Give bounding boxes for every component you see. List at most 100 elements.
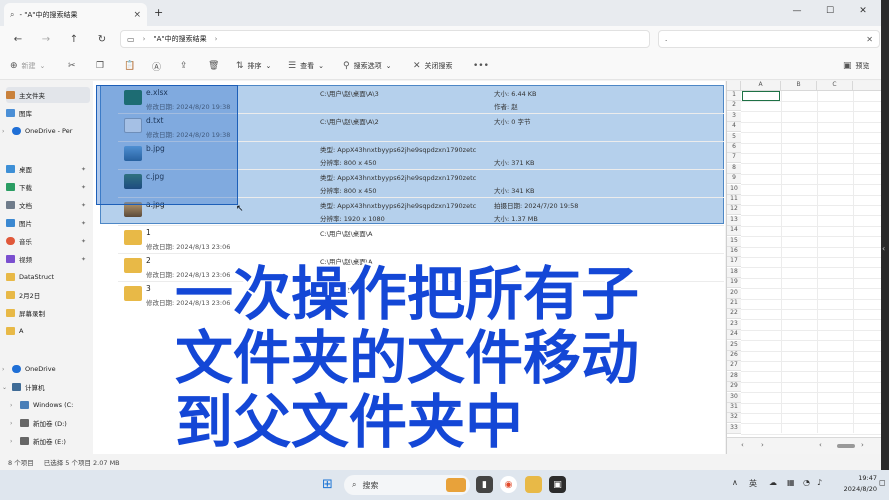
row-header[interactable]: 5: [727, 133, 741, 143]
sidebar-item-music[interactable]: 音乐✦: [6, 233, 90, 249]
row-header[interactable]: 11: [727, 195, 741, 205]
address-bar[interactable]: ▭ › "A"中的搜索结果 ›: [120, 30, 650, 48]
forward-button[interactable]: →: [38, 31, 54, 47]
chevron-up-icon[interactable]: ∧: [732, 478, 738, 487]
row-header[interactable]: 33: [727, 424, 741, 434]
windows-start-icon[interactable]: ⊞: [319, 476, 336, 493]
view-button[interactable]: ☰查看⌄: [288, 58, 324, 74]
sidebar-item-documents[interactable]: 文档✦: [6, 197, 90, 213]
corner-cell[interactable]: [727, 81, 741, 91]
new-tab-button[interactable]: +: [154, 6, 163, 19]
minimize-button[interactable]: —: [782, 2, 812, 20]
maximize-button[interactable]: ☐: [815, 2, 845, 20]
sidebar-item-volume-d[interactable]: ›新加卷 (D:): [10, 415, 94, 431]
row-header[interactable]: 13: [727, 216, 741, 226]
sidebar-item-home[interactable]: 主文件夹: [6, 87, 90, 103]
wifi-icon[interactable]: ◔: [803, 478, 810, 487]
column-header[interactable]: B: [781, 81, 817, 91]
sidebar-item-gallery[interactable]: 图库: [6, 105, 90, 121]
row-header[interactable]: 25: [727, 341, 741, 351]
tab-search-results[interactable]: ⌕ - "A"中的搜索结果 ×: [4, 3, 147, 26]
row-header[interactable]: 19: [727, 278, 741, 288]
selected-cell[interactable]: [742, 91, 780, 101]
row-header[interactable]: 10: [727, 185, 741, 195]
sidebar-item-onedrive-personal[interactable]: ›OneDrive - Per: [2, 123, 86, 139]
taskbar-search-box[interactable]: ⌕ 搜索: [344, 475, 470, 495]
chevron-right-icon[interactable]: ›: [761, 441, 764, 449]
row-header[interactable]: 24: [727, 330, 741, 340]
row-header[interactable]: 18: [727, 268, 741, 278]
row-header[interactable]: 1: [727, 91, 741, 101]
sidebar-item-feb2[interactable]: 2月2日: [6, 287, 90, 303]
chevron-right-icon[interactable]: ›: [861, 441, 864, 449]
sidebar-item-screen-recording[interactable]: 屏幕录制: [6, 305, 90, 321]
row-header[interactable]: 9: [727, 174, 741, 184]
row-header[interactable]: 4: [727, 122, 741, 132]
copy-button[interactable]: ❐: [96, 58, 104, 74]
back-button[interactable]: ←: [10, 31, 26, 47]
rename-button[interactable]: Ⓐ: [152, 58, 161, 74]
ime-indicator[interactable]: 英: [749, 478, 757, 489]
app-tray-icon[interactable]: ▦: [787, 478, 795, 487]
sidebar-item-this-pc[interactable]: ⌄计算机: [2, 379, 86, 395]
row-header[interactable]: 8: [727, 164, 741, 174]
onedrive-tray-icon[interactable]: ☁: [769, 478, 777, 487]
system-clock[interactable]: 19:47 2024/8/20: [833, 473, 877, 495]
preview-button[interactable]: ▣预览: [843, 58, 870, 74]
row-header[interactable]: 23: [727, 320, 741, 330]
row-header[interactable]: 21: [727, 299, 741, 309]
row-header[interactable]: 17: [727, 257, 741, 267]
search-input[interactable]: . ✕: [658, 30, 880, 48]
row-header[interactable]: 31: [727, 403, 741, 413]
share-button[interactable]: ⇪: [180, 58, 188, 74]
up-button[interactable]: ↑: [66, 31, 82, 47]
close-tab-icon[interactable]: ×: [133, 10, 141, 20]
sidebar-item-a[interactable]: A: [6, 323, 90, 339]
row-header[interactable]: 27: [727, 361, 741, 371]
scrollbar-thumb[interactable]: [837, 444, 855, 448]
paste-button[interactable]: 📋: [124, 58, 135, 74]
delete-button[interactable]: 🗑: [208, 58, 219, 74]
notification-icon[interactable]: ◻: [879, 478, 886, 487]
close-icon[interactable]: ✕: [866, 35, 873, 44]
search-options-button[interactable]: ⚲搜索选项⌄: [343, 58, 391, 74]
sort-button[interactable]: ⇅排序⌄: [236, 58, 271, 74]
row-header[interactable]: 29: [727, 382, 741, 392]
row-header[interactable]: 12: [727, 205, 741, 215]
chevron-left-icon[interactable]: ‹: [741, 441, 744, 449]
refresh-button[interactable]: ↻: [94, 31, 110, 47]
chrome-icon[interactable]: ◉: [500, 476, 517, 493]
row-header[interactable]: 16: [727, 247, 741, 257]
row-header[interactable]: 15: [727, 237, 741, 247]
row-header[interactable]: 3: [727, 112, 741, 122]
row-header[interactable]: 22: [727, 309, 741, 319]
sidebar-item-volume-e[interactable]: ›新加卷 (E:): [10, 433, 94, 449]
row-header[interactable]: 6: [727, 143, 741, 153]
chevron-left-icon[interactable]: ‹: [819, 441, 822, 449]
close-search-button[interactable]: ✕关闭搜索: [413, 58, 453, 74]
task-view-icon[interactable]: ▮: [476, 476, 493, 493]
column-header[interactable]: A: [741, 81, 781, 91]
row-header[interactable]: 2: [727, 101, 741, 111]
sidebar-item-windows-c[interactable]: ›Windows (C:: [10, 397, 94, 413]
row-header[interactable]: 30: [727, 393, 741, 403]
more-button[interactable]: •••: [473, 58, 489, 74]
row-header[interactable]: 7: [727, 153, 741, 163]
new-button[interactable]: ⊕新建⌄: [10, 58, 45, 74]
sidebar-item-desktop[interactable]: 桌面✦: [6, 161, 90, 177]
column-header[interactable]: C: [817, 81, 853, 91]
chevron-left-icon[interactable]: ‹: [882, 244, 885, 253]
column-header-partial[interactable]: [853, 81, 882, 91]
row-header[interactable]: 28: [727, 372, 741, 382]
row-header[interactable]: 32: [727, 413, 741, 423]
sidebar-item-pictures[interactable]: 图片✦: [6, 215, 90, 231]
sidebar-item-onedrive[interactable]: ›OneDrive: [2, 361, 86, 377]
sidebar-item-downloads[interactable]: 下载✦: [6, 179, 90, 195]
close-window-button[interactable]: ✕: [848, 2, 878, 20]
sheet-scrollbar[interactable]: ‹ › ‹ ›: [727, 437, 882, 454]
cut-button[interactable]: ✂: [68, 58, 76, 74]
row-header[interactable]: 20: [727, 289, 741, 299]
folder-row[interactable]: 1 修改日期: 2024/8/13 23:06 C:\用户\赵\桌面\A: [118, 226, 724, 253]
file-explorer-icon[interactable]: [525, 476, 542, 493]
row-header[interactable]: 26: [727, 351, 741, 361]
